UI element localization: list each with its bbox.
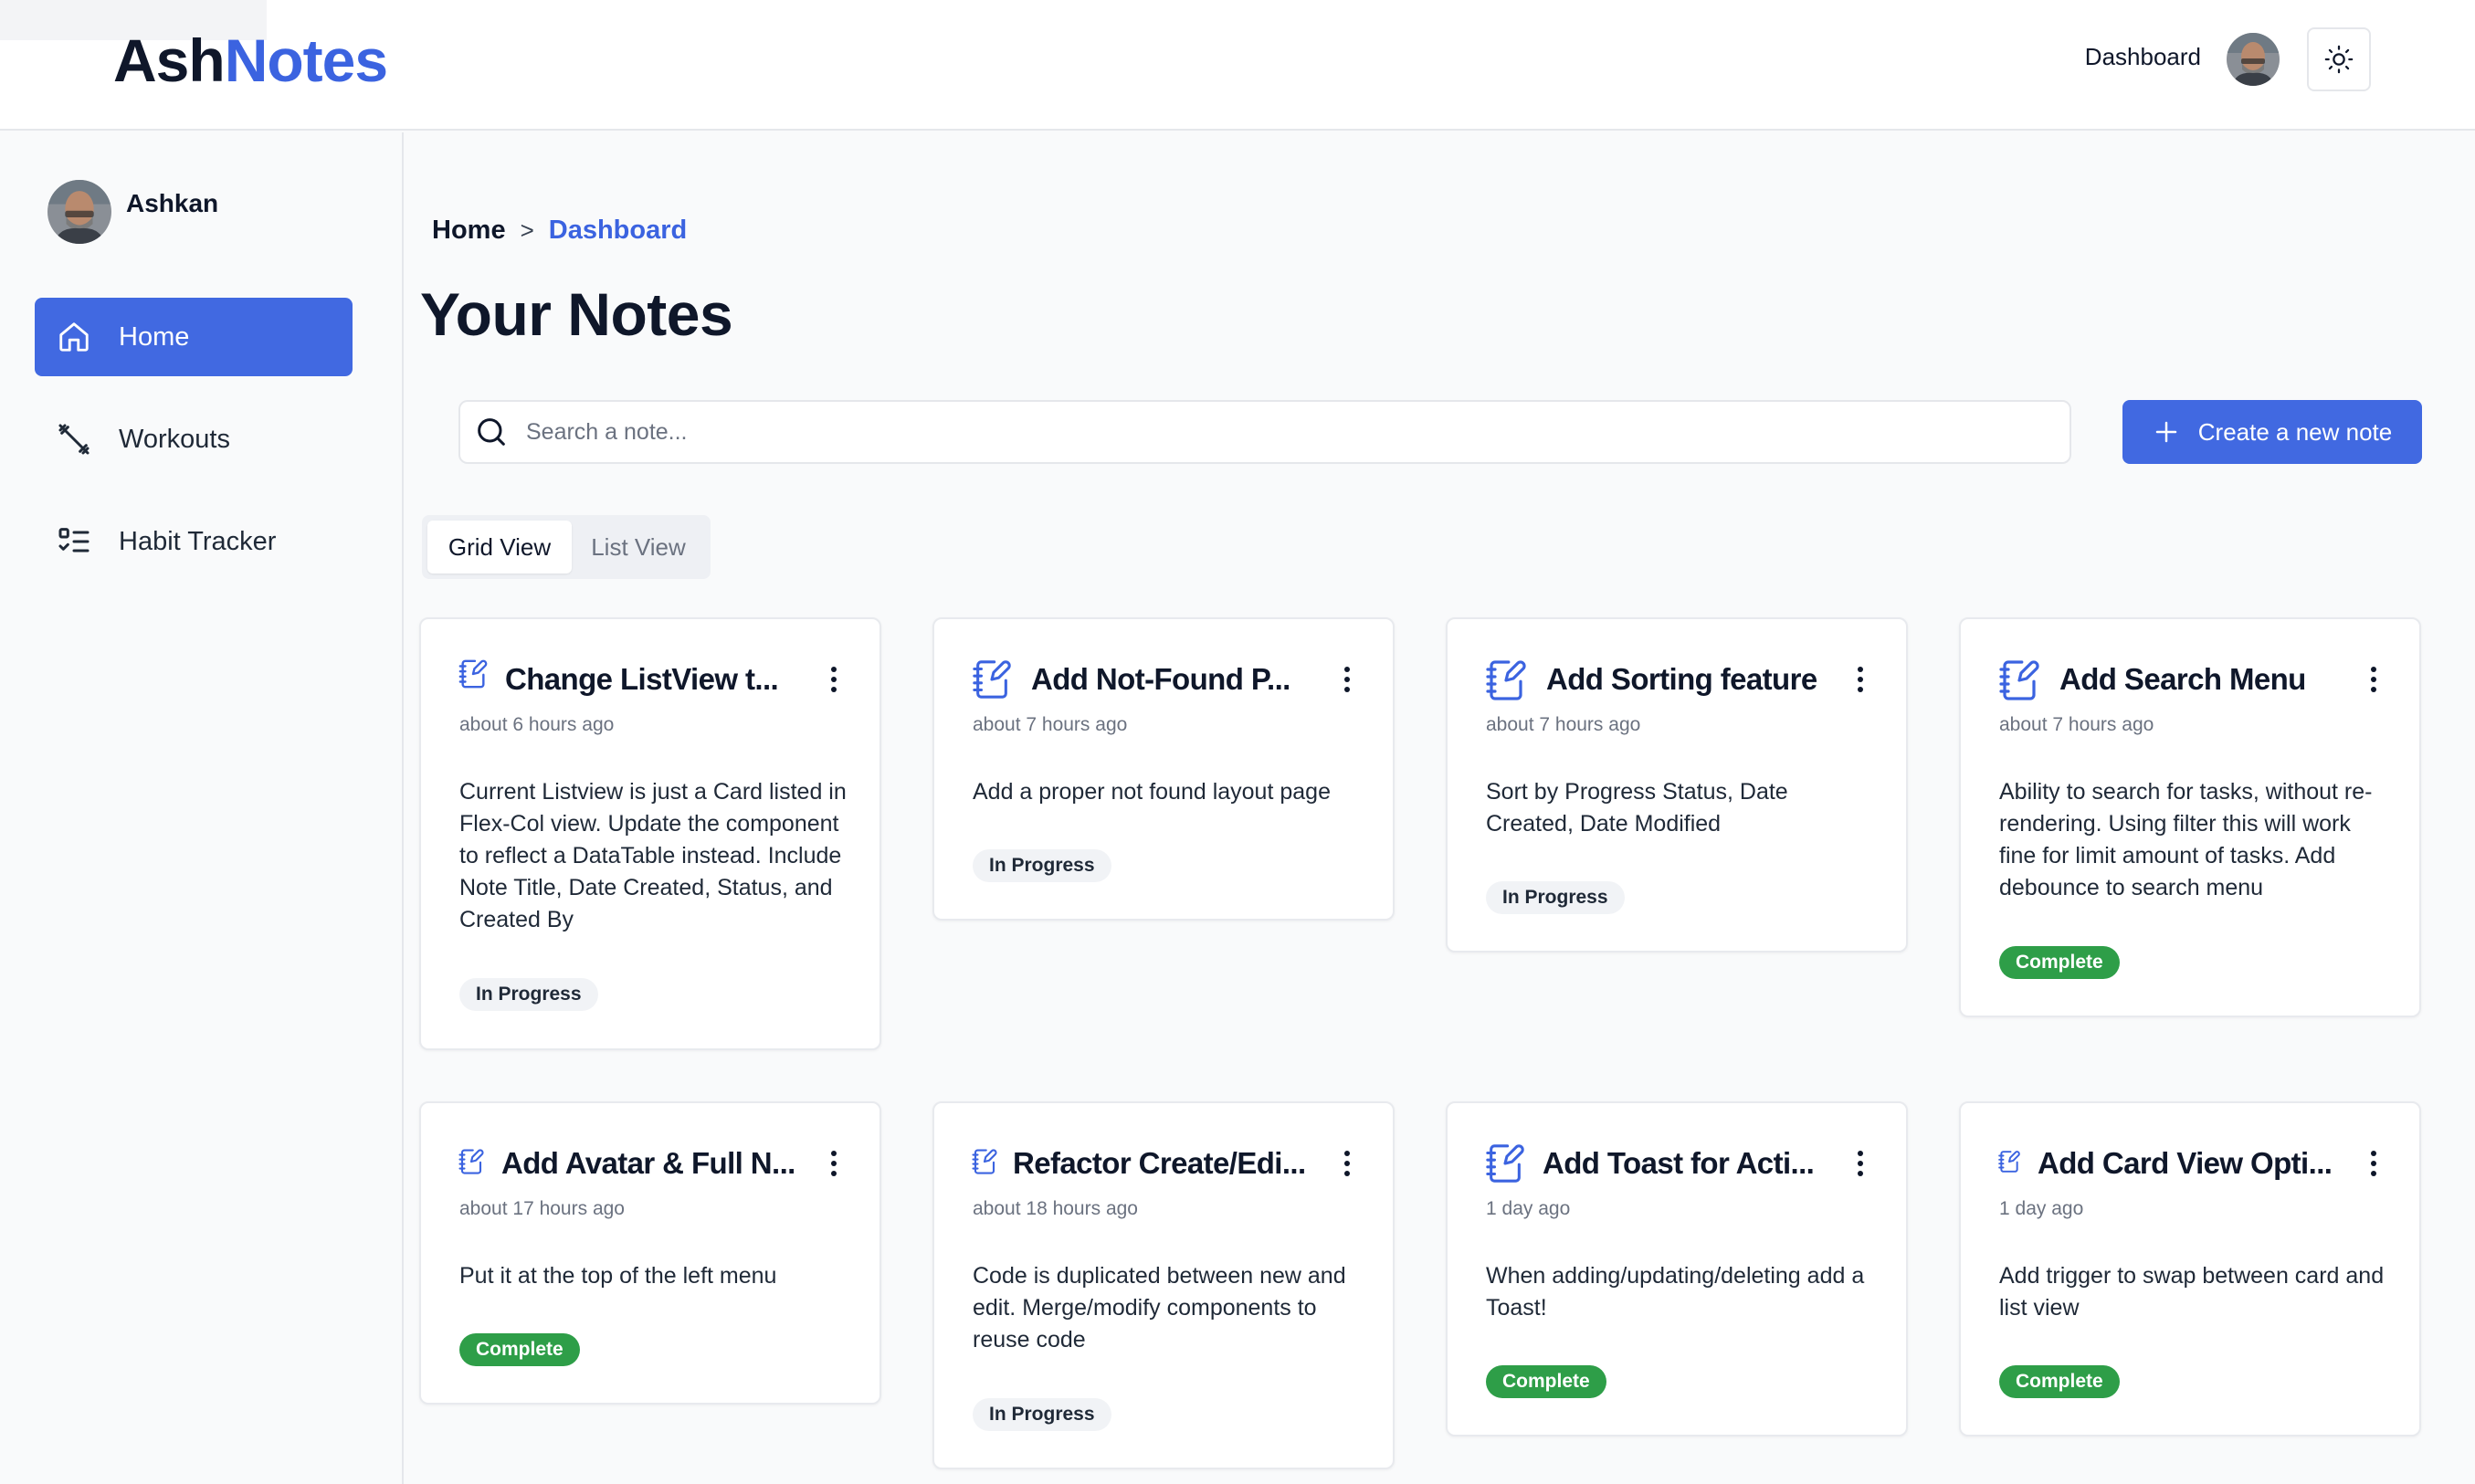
- header-nav-dashboard[interactable]: Dashboard: [2037, 38, 2201, 75]
- dumbbell-icon: [55, 420, 93, 458]
- note-timestamp: 1 day ago: [1999, 1198, 2084, 1219]
- note-title[interactable]: Add Toast for Acti...: [1543, 1142, 1815, 1185]
- note-description: Put it at the top of the left menu: [459, 1263, 777, 1289]
- avatar-image: [47, 180, 111, 244]
- note-description: Ability to search for tasks, without re-…: [1999, 779, 2373, 900]
- more-options-icon[interactable]: [816, 1143, 852, 1184]
- note-timestamp: about 7 hours ago: [973, 714, 1128, 735]
- logo-text-notes: Notes: [224, 26, 388, 94]
- checklist-icon: [55, 522, 93, 561]
- note-title[interactable]: Change ListView t...: [505, 658, 779, 701]
- view-tabs: Grid View List View: [422, 515, 711, 579]
- note-timestamp: about 7 hours ago: [1999, 714, 2154, 735]
- status-badge: In Progress: [973, 849, 1111, 882]
- more-options-icon[interactable]: [816, 659, 852, 700]
- note-card[interactable]: Add Not-Found P... about 7 hours ago Add…: [932, 617, 1395, 921]
- sidebar-item-workouts[interactable]: Workouts: [35, 400, 353, 479]
- breadcrumb-current[interactable]: Dashboard: [549, 216, 687, 246]
- note-title[interactable]: Add Avatar & Full N...: [501, 1142, 795, 1185]
- notebook-pen-icon: [971, 658, 1013, 706]
- breadcrumb-home[interactable]: Home: [432, 216, 506, 246]
- search-bar: [458, 400, 2071, 464]
- note-title[interactable]: Add Not-Found P...: [1031, 658, 1290, 701]
- sidebar-user-name: Ashkan: [126, 189, 219, 217]
- notebook-pen-icon: [1484, 1142, 1526, 1190]
- logo-text-ash: Ash: [113, 26, 226, 94]
- status-badge: In Progress: [459, 978, 598, 1011]
- notebook-pen-icon: [971, 1147, 998, 1181]
- top-header: AshNotes Dashboard: [0, 0, 2475, 131]
- note-description: Code is duplicated between new and edit.…: [973, 1263, 1346, 1352]
- note-description: Current Listview is just a Card listed i…: [459, 779, 847, 932]
- breadcrumb-separator: >: [520, 216, 534, 244]
- sidebar-avatar: [47, 180, 111, 244]
- status-badge: Complete: [1486, 1365, 1606, 1398]
- more-options-icon[interactable]: [1329, 659, 1365, 700]
- home-icon: [55, 318, 93, 356]
- note-timestamp: about 17 hours ago: [459, 1198, 625, 1219]
- note-title[interactable]: Add Search Menu: [2059, 658, 2306, 701]
- note-title[interactable]: Refactor Create/Edi...: [1013, 1142, 1306, 1185]
- search-input[interactable]: [526, 418, 1987, 446]
- status-badge: In Progress: [973, 1398, 1111, 1431]
- sidebar-user[interactable]: Ashkan: [47, 180, 218, 244]
- sidebar-item-label: Habit Tracker: [119, 526, 277, 556]
- more-options-icon[interactable]: [1842, 659, 1879, 700]
- note-timestamp: 1 day ago: [1486, 1198, 1571, 1219]
- note-description: When adding/updating/deleting add a Toas…: [1486, 1263, 1865, 1321]
- left-sidebar: Ashkan Home Workouts Habit Tracker: [0, 132, 404, 1484]
- sidebar-item-label: Home: [119, 321, 190, 352]
- notebook-pen-icon: [458, 658, 489, 695]
- sidebar-item-home[interactable]: Home: [35, 298, 353, 376]
- note-description: Add trigger to swap between card and lis…: [1999, 1263, 2385, 1321]
- note-card[interactable]: Add Search Menu about 7 hours ago Abilit…: [1959, 617, 2421, 1017]
- more-options-icon[interactable]: [1842, 1143, 1879, 1184]
- note-timestamp: about 7 hours ago: [1486, 714, 1641, 735]
- note-card[interactable]: Add Card View Opti... 1 day ago Add trig…: [1959, 1101, 2421, 1437]
- status-badge: In Progress: [1486, 881, 1625, 914]
- tab-grid-view[interactable]: Grid View: [427, 521, 572, 574]
- more-options-icon[interactable]: [1329, 1143, 1365, 1184]
- note-card[interactable]: Add Toast for Acti... 1 day ago When add…: [1446, 1101, 1908, 1437]
- note-timestamp: about 6 hours ago: [459, 714, 615, 735]
- theme-toggle-button[interactable]: [2307, 27, 2371, 91]
- note-title[interactable]: Add Card View Opti...: [2038, 1142, 2333, 1185]
- plus-icon: [2153, 418, 2180, 446]
- avatar-image: [2227, 33, 2280, 86]
- sidebar-item-label: Workouts: [119, 424, 230, 454]
- notebook-pen-icon: [1997, 1149, 2021, 1179]
- note-title[interactable]: Add Sorting feature: [1546, 658, 1817, 701]
- header-avatar[interactable]: [2227, 33, 2280, 86]
- note-card[interactable]: Change ListView t... about 6 hours ago C…: [419, 617, 881, 1050]
- notebook-pen-icon: [1484, 658, 1528, 708]
- sun-icon: [2324, 45, 2354, 74]
- note-timestamp: about 18 hours ago: [973, 1198, 1138, 1219]
- note-card[interactable]: Add Sorting feature about 7 hours ago So…: [1446, 617, 1908, 952]
- sidebar-item-habit-tracker[interactable]: Habit Tracker: [35, 502, 353, 581]
- more-options-icon[interactable]: [2355, 1143, 2392, 1184]
- note-description: Sort by Progress Status, Date Created, D…: [1486, 779, 1788, 837]
- create-note-label: Create a new note: [2197, 417, 2393, 446]
- notebook-pen-icon: [1997, 658, 2041, 708]
- breadcrumb: Home > Dashboard: [432, 216, 687, 246]
- status-badge: Complete: [1999, 946, 2120, 979]
- note-card[interactable]: Add Avatar & Full N... about 17 hours ag…: [419, 1101, 881, 1405]
- search-icon: [478, 418, 505, 446]
- page-title: Your Notes: [420, 280, 733, 348]
- note-description: Add a proper not found layout page: [973, 779, 1331, 805]
- app-logo[interactable]: AshNotes: [113, 24, 388, 97]
- status-badge: Complete: [1999, 1365, 2120, 1398]
- note-card[interactable]: Refactor Create/Edi... about 18 hours ag…: [932, 1101, 1395, 1469]
- notebook-pen-icon: [458, 1147, 485, 1181]
- create-note-button[interactable]: Create a new note: [2122, 400, 2422, 464]
- tab-list-view[interactable]: List View: [572, 521, 705, 574]
- status-badge: Complete: [459, 1333, 580, 1366]
- more-options-icon[interactable]: [2355, 659, 2392, 700]
